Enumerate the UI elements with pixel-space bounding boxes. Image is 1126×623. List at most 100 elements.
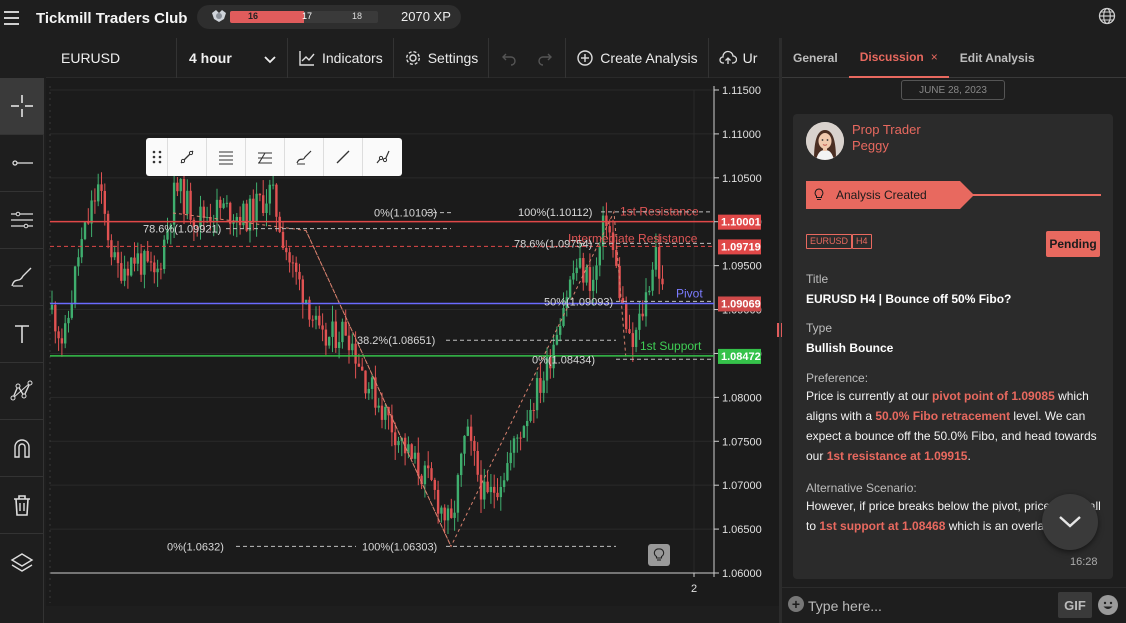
line-icon [336, 150, 350, 164]
crosshair-tool[interactable] [0, 78, 44, 135]
candle-body [486, 481, 489, 493]
cloud-upload-icon [719, 50, 737, 64]
candle-body [641, 313, 644, 317]
next-level: 18 [352, 11, 363, 21]
pending-status-button[interactable]: Pending [1046, 231, 1100, 257]
candle-body [172, 182, 176, 225]
emoji-icon[interactable] [1098, 595, 1118, 615]
magnet-tool[interactable] [0, 420, 44, 477]
candle-body [347, 335, 351, 351]
author-name[interactable]: Peggy [852, 138, 889, 153]
chevron-down-icon [1059, 516, 1081, 528]
candle-body [380, 405, 384, 420]
hamburger-menu-icon[interactable] [4, 0, 28, 36]
avatar[interactable] [806, 122, 844, 160]
candle-body [113, 252, 116, 258]
highlight-resistance: 1st resistance at 1.09915 [826, 449, 968, 463]
pattern-zigzag [172, 210, 627, 548]
message-input[interactable] [808, 594, 1048, 618]
timeframe-tag: H4 [852, 234, 872, 249]
title-label: Title [806, 272, 829, 286]
price-chart[interactable]: 1.115001.110001.105001.100001.095001.090… [46, 78, 779, 606]
candle-body [268, 184, 271, 204]
line-tool[interactable] [324, 138, 363, 176]
create-analysis-button[interactable]: Create Analysis [566, 38, 707, 78]
date-separator: JUNE 28, 2023 [901, 80, 1005, 100]
brush-icon [296, 150, 312, 165]
fib-level-label: 100%(1.10112) [518, 207, 592, 219]
globe-icon[interactable] [1098, 7, 1116, 25]
path-tool[interactable] [363, 138, 402, 176]
brush-tool[interactable] [0, 249, 44, 306]
avatar-image [806, 122, 844, 160]
candle-body [90, 200, 93, 224]
candle-body [73, 266, 77, 304]
indicators-button[interactable]: Indicators [288, 38, 393, 78]
settings-button[interactable]: Settings [394, 38, 489, 78]
candle-body [265, 203, 268, 214]
candle-body [285, 248, 288, 253]
candle-body [64, 323, 67, 344]
trend-line-tool[interactable] [168, 138, 207, 176]
preference-text: Price is currently at our pivot point of… [806, 386, 1104, 466]
trash-icon [14, 495, 30, 516]
author-role[interactable]: Prop Trader [852, 122, 921, 137]
tab-discussion[interactable]: Discussion × [848, 38, 949, 78]
candle-body [215, 199, 219, 221]
candle-body [67, 317, 70, 324]
scroll-down-button[interactable] [1042, 494, 1098, 550]
fib-level-label: 0%(1.10103) [374, 208, 437, 220]
tab-label: Discussion [859, 49, 924, 64]
highlight-support: 1st support at 1.08468 [819, 519, 946, 533]
fib-retracement-tool[interactable] [207, 138, 246, 176]
timeframe-label: 4 hour [189, 49, 232, 66]
brush-tool-mini[interactable] [285, 138, 324, 176]
add-attachment-icon[interactable]: + [788, 596, 804, 612]
fib-extension-tool[interactable] [246, 138, 285, 176]
fib-level-label: 0%(1.08434) [532, 354, 595, 366]
text-tool[interactable] [0, 306, 44, 363]
price-tick-label: 1.09500 [722, 261, 762, 273]
candle-body [443, 507, 446, 521]
candle-body [351, 343, 354, 351]
xp-level-bar[interactable]: 16 17 18 2070 XP [197, 5, 461, 29]
chevron-down-icon [264, 55, 276, 63]
drag-handle[interactable] [146, 138, 168, 176]
timeframe-selector[interactable]: 4 hour [177, 50, 287, 66]
tab-general[interactable]: General [782, 38, 849, 78]
candle-body [275, 184, 278, 217]
level-label: 1st Support [640, 339, 702, 353]
close-icon[interactable]: × [931, 50, 938, 64]
price-tag-label: 1.09719 [721, 241, 761, 253]
text-run: . [967, 449, 971, 463]
rank-badge-icon [212, 10, 226, 22]
delete-drawings-button[interactable] [0, 477, 44, 534]
candle-body [532, 409, 535, 411]
floating-drawing-toolbar [146, 138, 402, 176]
candle-body [592, 279, 595, 291]
candle-body [658, 247, 661, 279]
candle-body [271, 184, 275, 186]
candle-body [578, 258, 582, 268]
layers-button[interactable] [0, 534, 44, 591]
candle-body [397, 440, 400, 446]
pattern-tool[interactable] [0, 363, 44, 420]
gif-button[interactable]: GIF [1058, 592, 1092, 618]
horizontal-line-tool[interactable] [0, 135, 44, 192]
upload-button[interactable]: Ur [709, 38, 757, 78]
candle-body [522, 426, 526, 438]
tab-edit-analysis[interactable]: Edit Analysis [949, 38, 1046, 78]
fib-level-label: 50%(1.09093) [544, 296, 613, 308]
undo-button[interactable] [489, 38, 527, 78]
candle-body [595, 265, 598, 280]
channel-tool[interactable] [0, 192, 44, 249]
price-tick-label: 1.08000 [722, 392, 762, 404]
candle-body [331, 321, 334, 337]
redo-button[interactable] [527, 38, 565, 78]
alternative-label: Alternative Scenario: [806, 481, 917, 495]
mid-level-marker: 17 [302, 11, 313, 21]
candle-body [648, 290, 651, 293]
insights-button[interactable] [648, 544, 670, 566]
symbol-selector[interactable]: EURUSD [46, 50, 176, 66]
candle-body [638, 313, 641, 330]
